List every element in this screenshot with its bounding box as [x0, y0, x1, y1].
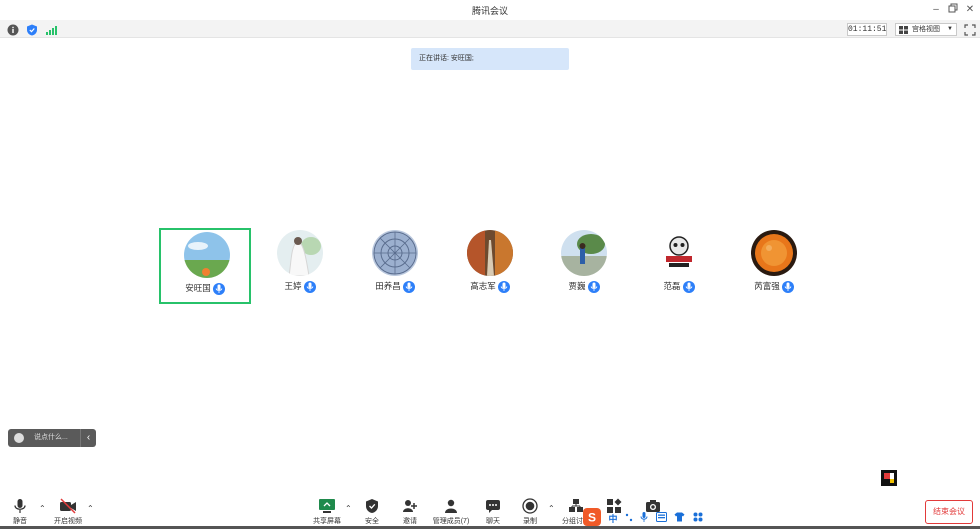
meeting-toolbar: 静音 ⌃ 开启视频 ⌃ 共享屏幕 ⌃ 安全 邀请 管理成员(7) 聊天 录制 ⌃… [0, 492, 980, 529]
avatar [467, 230, 513, 276]
view-mode-button[interactable]: 宫格视图 ▼ [895, 23, 957, 36]
members-icon [445, 499, 457, 513]
participant-name: 王婷 [284, 281, 302, 291]
grid-icon [899, 26, 908, 34]
invite-label: 邀请 [403, 518, 417, 525]
chat-label: 聊天 [486, 518, 500, 525]
participant-tile[interactable]: 芮富强 [728, 228, 820, 304]
emoji-icon[interactable] [14, 433, 24, 443]
chat-placeholder: 说点什么... [34, 434, 68, 441]
end-meeting-button[interactable]: 结束会议 [925, 500, 973, 524]
microphone-icon [303, 280, 316, 293]
microphone-icon [682, 280, 695, 293]
chat-input[interactable]: 说点什么... ‹ [8, 429, 96, 447]
close-icon[interactable]: ✕ [963, 3, 977, 17]
avatar [372, 230, 418, 276]
participant-tile[interactable]: 安旺国 [159, 228, 251, 304]
avatar [561, 230, 607, 276]
screen-share-icon [319, 499, 335, 513]
toolbox-icon[interactable] [693, 512, 703, 524]
camera-off-icon [60, 498, 76, 514]
restore-icon[interactable] [946, 3, 960, 17]
ime-mode-label[interactable]: 中 [608, 512, 617, 525]
members-button[interactable]: 管理成员(7) [432, 498, 470, 526]
window-title: 腾讯会议 [471, 6, 508, 16]
mute-label: 静音 [13, 518, 27, 525]
record-label: 录制 [523, 518, 537, 525]
shield-icon[interactable] [26, 23, 38, 36]
chat-button[interactable]: 聊天 [481, 498, 505, 526]
avatar [277, 230, 323, 276]
record-icon [522, 498, 538, 514]
floating-indicator-icon [881, 470, 897, 486]
svg-text:S: S [588, 511, 596, 525]
microphone-icon [14, 499, 26, 513]
view-mode-label: 宫格视图 [912, 26, 940, 33]
info-icon[interactable] [7, 23, 19, 36]
participant-name: 田养昌 [375, 281, 401, 291]
participant-name: 高志军 [470, 281, 496, 291]
participant-name: 安旺国 [185, 283, 211, 293]
chevron-left-icon[interactable]: ‹ [80, 429, 96, 447]
chat-icon [486, 500, 500, 513]
chevron-up-icon[interactable]: ⌃ [87, 504, 94, 513]
punctuation-icon[interactable] [625, 512, 633, 524]
microphone-icon [212, 282, 225, 295]
video-button[interactable]: 开启视频 [50, 498, 86, 526]
participant-tile[interactable]: 范磊 [633, 228, 725, 304]
speaking-banner: 正在讲话: 安旺国; [411, 48, 569, 70]
status-bar: 01:11:51 宫格视图 ▼ [0, 20, 980, 38]
ime-toolbar[interactable]: S 中 [583, 508, 706, 526]
members-label: 管理成员(7) [432, 518, 470, 525]
security-label: 安全 [365, 518, 379, 525]
avatar [656, 230, 702, 276]
mute-button[interactable]: 静音 [8, 498, 32, 526]
share-screen-button[interactable]: 共享屏幕 [312, 498, 342, 526]
minimize-icon[interactable]: – [929, 3, 943, 17]
share-label: 共享屏幕 [313, 518, 341, 525]
security-button[interactable]: 安全 [360, 498, 384, 526]
participant-tile[interactable]: 贾巍 [538, 228, 630, 304]
invite-button[interactable]: 邀请 [398, 498, 422, 526]
breakout-icon [569, 499, 583, 512]
title-bar: 腾讯会议 – ✕ [0, 0, 980, 20]
chevron-up-icon[interactable]: ⌃ [345, 504, 352, 513]
microphone-icon [497, 280, 510, 293]
voice-input-icon[interactable] [640, 511, 648, 525]
participant-name: 范磊 [663, 281, 681, 291]
chevron-down-icon: ▼ [947, 26, 953, 32]
microphone-icon [402, 280, 415, 293]
microphone-icon [587, 280, 600, 293]
shield-icon [366, 499, 378, 513]
chevron-up-icon[interactable]: ⌃ [39, 504, 46, 513]
fullscreen-icon[interactable] [964, 23, 976, 36]
signal-icon[interactable] [45, 23, 57, 35]
meeting-timer: 01:11:51 [847, 23, 887, 36]
sogou-icon[interactable]: S [583, 508, 601, 528]
chevron-up-icon[interactable]: ⌃ [548, 504, 555, 513]
participant-name: 贾巍 [568, 281, 586, 291]
video-label: 开启视频 [54, 518, 82, 525]
microphone-icon [781, 280, 794, 293]
add-user-icon [403, 500, 417, 512]
skin-icon[interactable] [674, 512, 685, 524]
participant-tile[interactable]: 高志军 [444, 228, 536, 304]
keyboard-icon[interactable] [655, 512, 667, 524]
avatar [751, 230, 797, 276]
avatar [184, 232, 230, 278]
record-button[interactable]: 录制 [518, 498, 542, 526]
participant-tile[interactable]: 田养昌 [349, 228, 441, 304]
participant-name: 芮富强 [754, 281, 780, 291]
participant-tile[interactable]: 王婷 [254, 228, 346, 304]
